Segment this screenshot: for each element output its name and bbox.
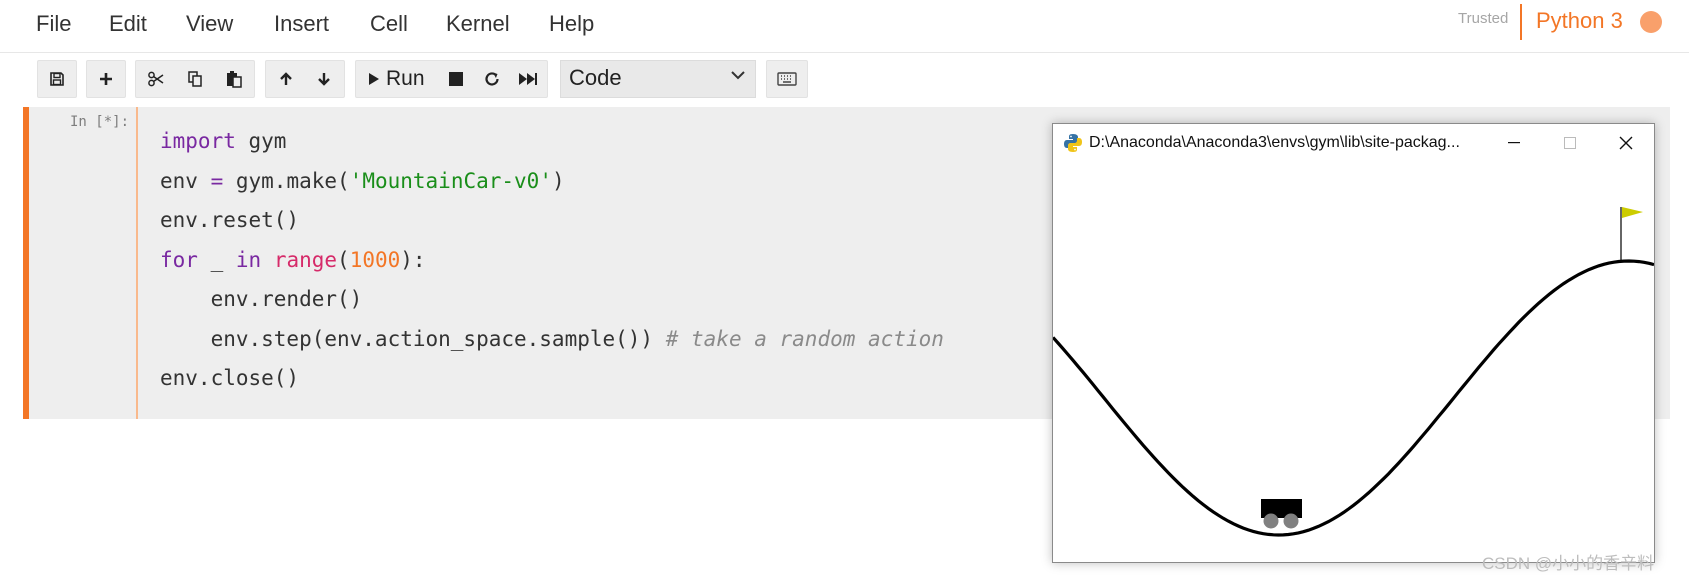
kernel-separator bbox=[1520, 4, 1522, 40]
copy-icon[interactable] bbox=[177, 61, 213, 97]
arrow-down-icon[interactable] bbox=[306, 61, 342, 97]
car-wheel-front bbox=[1283, 513, 1299, 529]
move-button-group bbox=[265, 60, 345, 98]
run-label: Run bbox=[386, 67, 425, 90]
trusted-indicator[interactable]: Trusted bbox=[1458, 10, 1508, 27]
insert-button-group bbox=[86, 60, 126, 98]
car-wheel-rear bbox=[1263, 513, 1279, 529]
run-button[interactable]: Run bbox=[360, 61, 436, 97]
menu-kernel[interactable]: Kernel bbox=[444, 9, 512, 39]
python-icon bbox=[1063, 133, 1083, 153]
keyboard-icon[interactable] bbox=[769, 61, 805, 97]
stop-icon[interactable] bbox=[438, 61, 474, 97]
edit-button-group bbox=[135, 60, 255, 98]
fast-forward-icon[interactable] bbox=[510, 61, 546, 97]
paste-icon[interactable] bbox=[216, 61, 252, 97]
code-line-7: env.close() bbox=[160, 366, 300, 390]
code-line-5: env.render() bbox=[160, 287, 363, 311]
plus-icon[interactable] bbox=[88, 61, 124, 97]
save-icon[interactable] bbox=[39, 61, 75, 97]
play-icon bbox=[369, 73, 379, 85]
code-line-4: for _ in range(1000): bbox=[160, 247, 426, 272]
code-cell-editor-border bbox=[136, 107, 138, 419]
code-line-1: import gym bbox=[160, 129, 287, 153]
code-line-2: env = gym.make('MountainCar-v0') bbox=[160, 168, 565, 193]
arrow-up-icon[interactable] bbox=[268, 61, 304, 97]
cell-type-value: Code bbox=[569, 65, 622, 90]
cell-prompt: In [*]: bbox=[70, 114, 130, 130]
menu-view[interactable]: View bbox=[184, 9, 235, 39]
scissors-icon[interactable] bbox=[138, 61, 174, 97]
menu-file[interactable]: File bbox=[34, 9, 73, 39]
code-editor[interactable]: import gym env = gym.make('MountainCar-v0… bbox=[160, 122, 944, 399]
gym-render-window[interactable]: D:\Anaconda\Anaconda3\envs\gym\lib\site-… bbox=[1052, 123, 1655, 563]
restart-icon[interactable] bbox=[474, 61, 510, 97]
command-palette-group bbox=[766, 60, 808, 98]
cell-type-select[interactable]: Code bbox=[560, 60, 756, 98]
window-titlebar[interactable]: D:\Anaconda\Anaconda3\envs\gym\lib\site-… bbox=[1053, 124, 1654, 162]
code-line-6: env.step(env.action_space.sample()) # ta… bbox=[160, 326, 944, 351]
window-title: D:\Anaconda\Anaconda3\envs\gym\lib\site-… bbox=[1089, 134, 1460, 151]
goal-flag bbox=[1622, 207, 1643, 218]
kernel-busy-indicator bbox=[1640, 11, 1662, 33]
watermark: CSDN @小小的香辛料 bbox=[1482, 554, 1655, 573]
mountain-curve bbox=[1053, 259, 1654, 537]
menu-insert[interactable]: Insert bbox=[272, 9, 331, 39]
menu-help[interactable]: Help bbox=[547, 9, 596, 39]
car bbox=[1261, 499, 1302, 529]
mountain-car-scene bbox=[1053, 207, 1654, 537]
code-line-3: env.reset() bbox=[160, 208, 300, 232]
maximize-icon[interactable] bbox=[1547, 128, 1593, 158]
menu-bar: File Edit View Insert Cell Kernel Help T… bbox=[0, 0, 1689, 53]
menu-edit[interactable]: Edit bbox=[107, 9, 149, 39]
run-button-group: Run bbox=[355, 60, 548, 98]
kernel-name[interactable]: Python 3 bbox=[1536, 8, 1623, 34]
minimize-icon[interactable] bbox=[1491, 128, 1537, 158]
chevron-down-icon bbox=[731, 67, 745, 85]
close-icon[interactable] bbox=[1603, 128, 1649, 158]
menu-cell[interactable]: Cell bbox=[368, 9, 410, 39]
save-button-group bbox=[37, 60, 77, 98]
